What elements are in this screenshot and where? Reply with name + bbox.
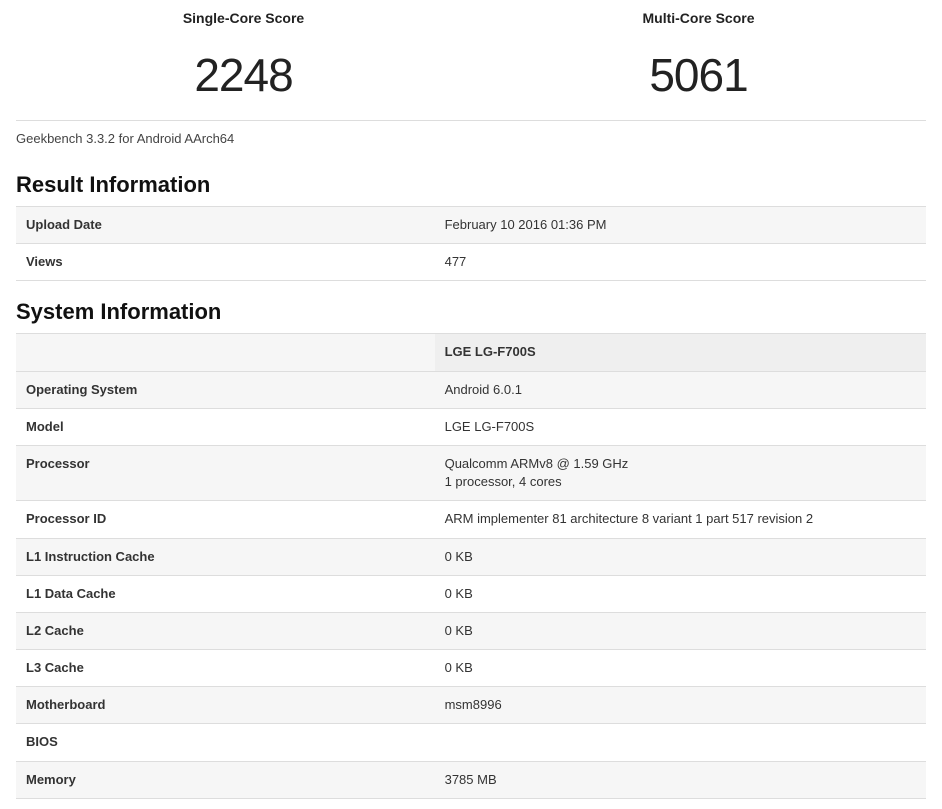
table-row: BIOS	[16, 724, 926, 761]
row-label: L3 Cache	[16, 650, 435, 687]
multi-core-label: Multi-Core Score	[471, 10, 926, 26]
row-value: 477	[435, 244, 926, 281]
version-note: Geekbench 3.3.2 for Android AArch64	[16, 131, 926, 146]
row-value: Qualcomm ARMv8 @ 1.59 GHz 1 processor, 4…	[435, 445, 926, 500]
row-label: Memory	[16, 761, 435, 798]
row-label: L1 Data Cache	[16, 575, 435, 612]
row-value: Android 6.0.1	[435, 371, 926, 408]
row-label: Motherboard	[16, 687, 435, 724]
result-info-title: Result Information	[16, 172, 926, 198]
table-row: Motherboardmsm8996	[16, 687, 926, 724]
row-label: L1 Instruction Cache	[16, 538, 435, 575]
row-value: 0 KB	[435, 650, 926, 687]
system-info-table: LGE LG-F700S Operating SystemAndroid 6.0…	[16, 333, 926, 798]
row-label: BIOS	[16, 724, 435, 761]
table-row: Upload Date February 10 2016 01:36 PM	[16, 207, 926, 244]
table-row: ProcessorQualcomm ARMv8 @ 1.59 GHz 1 pro…	[16, 445, 926, 500]
table-row: L1 Data Cache0 KB	[16, 575, 926, 612]
multi-core-value: 5061	[471, 48, 926, 102]
table-row: Views 477	[16, 244, 926, 281]
empty-cell	[16, 334, 435, 371]
row-value: msm8996	[435, 687, 926, 724]
table-row: Operating SystemAndroid 6.0.1	[16, 371, 926, 408]
row-label: Upload Date	[16, 207, 435, 244]
result-info-table: Upload Date February 10 2016 01:36 PM Vi…	[16, 206, 926, 281]
table-row: L1 Instruction Cache0 KB	[16, 538, 926, 575]
single-core-col: Single-Core Score 2248	[16, 10, 471, 102]
row-label: Views	[16, 244, 435, 281]
single-core-label: Single-Core Score	[16, 10, 471, 26]
row-value: 0 KB	[435, 575, 926, 612]
table-row: L2 Cache0 KB	[16, 612, 926, 649]
row-label: Processor ID	[16, 501, 435, 538]
row-value	[435, 724, 926, 761]
system-header-row: LGE LG-F700S	[16, 334, 926, 371]
row-value: February 10 2016 01:36 PM	[435, 207, 926, 244]
single-core-value: 2248	[16, 48, 471, 102]
multi-core-col: Multi-Core Score 5061	[471, 10, 926, 102]
row-value: 0 KB	[435, 538, 926, 575]
system-info-title: System Information	[16, 299, 926, 325]
row-value: LGE LG-F700S	[435, 408, 926, 445]
table-row: L3 Cache0 KB	[16, 650, 926, 687]
row-label: L2 Cache	[16, 612, 435, 649]
table-row: Memory3785 MB	[16, 761, 926, 798]
row-label: Operating System	[16, 371, 435, 408]
table-row: Processor IDARM implementer 81 architect…	[16, 501, 926, 538]
row-value: 3785 MB	[435, 761, 926, 798]
row-label: Processor	[16, 445, 435, 500]
row-value: ARM implementer 81 architecture 8 varian…	[435, 501, 926, 538]
table-row: ModelLGE LG-F700S	[16, 408, 926, 445]
row-value: 0 KB	[435, 612, 926, 649]
device-header: LGE LG-F700S	[435, 334, 926, 371]
scores-row: Single-Core Score 2248 Multi-Core Score …	[16, 10, 926, 121]
row-label: Model	[16, 408, 435, 445]
